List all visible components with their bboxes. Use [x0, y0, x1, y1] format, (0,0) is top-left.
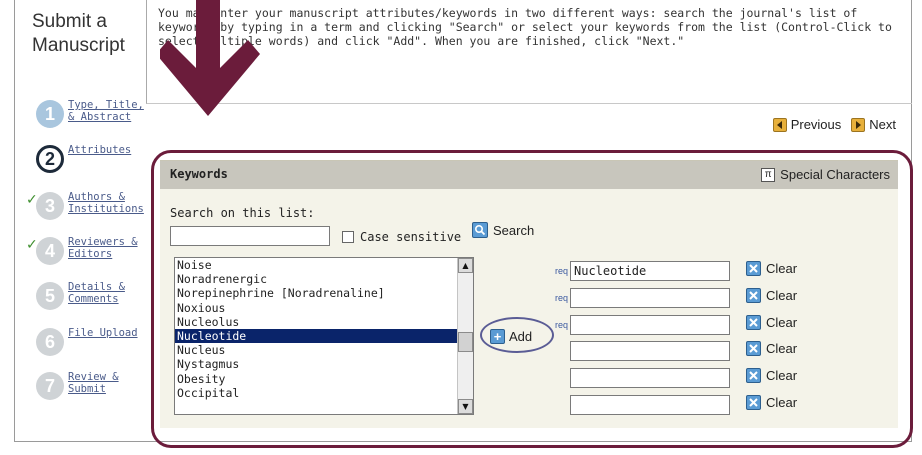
step-label[interactable]: Review & Submit	[68, 371, 156, 395]
step-1[interactable]: 1 Type, Title, & Abstract	[28, 99, 156, 140]
step-2[interactable]: 2 Attributes	[28, 144, 156, 185]
step-number-icon: 6	[36, 328, 64, 356]
step-label[interactable]: File Upload	[68, 327, 156, 339]
step-6[interactable]: 6 File Upload	[28, 327, 156, 368]
next-arrow-icon[interactable]	[851, 117, 866, 132]
previous-arrow-icon[interactable]	[772, 117, 787, 132]
step-number-icon: 2	[36, 145, 64, 173]
step-number-icon: 5	[36, 282, 64, 310]
page-title: Submit a Manuscript	[32, 11, 125, 56]
step-7[interactable]: 7 Review & Submit	[28, 371, 156, 412]
step-label[interactable]: Type, Title, & Abstract	[68, 99, 156, 123]
wizard-nav: Previous Next	[772, 117, 902, 132]
step-label[interactable]: Reviewers & Editors	[68, 236, 156, 260]
pointer-arrow-icon	[160, 0, 260, 116]
step-label[interactable]: Details & Comments	[68, 281, 156, 305]
step-4[interactable]: ✓ 4 Reviewers & Editors	[26, 236, 156, 277]
step-number-icon: 3	[36, 192, 64, 220]
step-label[interactable]: Authors & Institutions	[68, 191, 156, 215]
step-5[interactable]: 5 Details & Comments	[28, 281, 156, 322]
step-3[interactable]: ✓ 3 Authors & Institutions	[26, 191, 156, 232]
previous-button[interactable]: Previous	[791, 117, 842, 132]
next-button[interactable]: Next	[869, 117, 896, 132]
panel-highlight-frame	[151, 150, 913, 448]
instructions-text: You may enter your manuscript attributes…	[158, 6, 892, 48]
step-number-icon: 4	[36, 237, 64, 265]
step-number-icon: 7	[36, 372, 64, 400]
step-number-icon: 1	[36, 100, 64, 128]
step-label[interactable]: Attributes	[68, 144, 156, 156]
